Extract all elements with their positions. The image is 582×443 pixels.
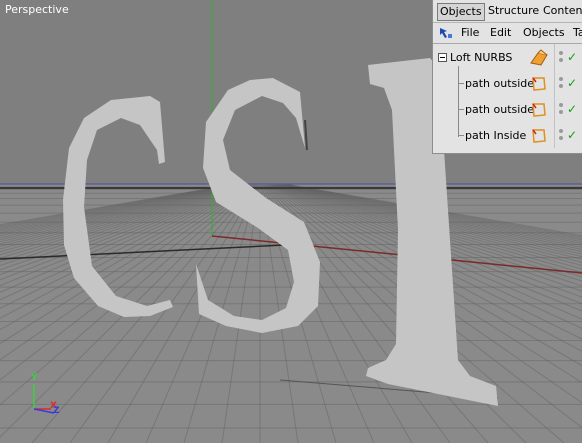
object-name[interactable]: path Inside — [465, 129, 526, 143]
spline-icon-graphic — [532, 129, 546, 143]
object-row-loft-nurbs[interactable]: Loft NURBS ✓ — [433, 45, 582, 71]
tab-structure[interactable]: Structure — [486, 3, 541, 19]
menu-objects[interactable]: Objects — [523, 25, 565, 41]
gizmo-y-label: Y — [31, 373, 38, 383]
spline-icon-graphic — [532, 77, 546, 91]
enabled-check-icon[interactable]: ✓ — [567, 75, 577, 91]
perspective-viewport[interactable]: Perspective Y X Z Objects Structure Cont… — [0, 0, 582, 443]
menu-tags-truncated[interactable]: Ta — [573, 25, 582, 41]
gizmo-z-label: Z — [53, 406, 60, 416]
spline-icon — [529, 75, 549, 93]
spline-icon — [529, 101, 549, 119]
pointer-icon[interactable] — [438, 25, 454, 41]
panel-tabs: Objects Structure Content — [433, 0, 582, 22]
menu-edit[interactable]: Edit — [490, 25, 511, 41]
menu-file[interactable]: File — [461, 25, 479, 41]
pointer-icon-graphic — [440, 28, 452, 38]
visibility-dots[interactable] — [558, 76, 564, 92]
object-manager-menubar: File Edit Objects Ta — [433, 22, 582, 44]
object-row-path-outside-2[interactable]: path outside ✓ — [433, 97, 582, 123]
object-name[interactable]: path outside — [465, 77, 534, 91]
viewport-title: Perspective — [5, 3, 69, 16]
object-name[interactable]: path outside — [465, 103, 534, 117]
object-manager-panel: Objects Structure Content File Edit Obje… — [432, 0, 582, 154]
spline-icon — [529, 127, 549, 145]
enabled-check-icon[interactable]: ✓ — [567, 101, 577, 117]
object-name[interactable]: Loft NURBS — [450, 51, 512, 65]
visibility-dots[interactable] — [558, 102, 564, 118]
enabled-check-icon[interactable]: ✓ — [567, 49, 577, 65]
object-tree: Loft NURBS ✓ path outside ✓ path outside… — [433, 44, 582, 152]
tab-objects[interactable]: Objects — [437, 3, 485, 21]
object-row-path-outside-1[interactable]: path outside ✓ — [433, 71, 582, 97]
object-row-path-inside[interactable]: path Inside ✓ — [433, 123, 582, 149]
tab-content[interactable]: Content — [541, 3, 582, 19]
axis-gizmo: Y X Z — [26, 374, 66, 420]
visibility-dots[interactable] — [558, 128, 564, 144]
enabled-check-icon[interactable]: ✓ — [567, 127, 577, 143]
loft-nurbs-icon-graphic — [530, 49, 548, 66]
loft-nurbs-icon — [529, 49, 549, 67]
visibility-dots[interactable] — [558, 50, 564, 66]
collapse-toggle[interactable] — [438, 53, 447, 62]
spline-icon-graphic — [532, 103, 546, 117]
